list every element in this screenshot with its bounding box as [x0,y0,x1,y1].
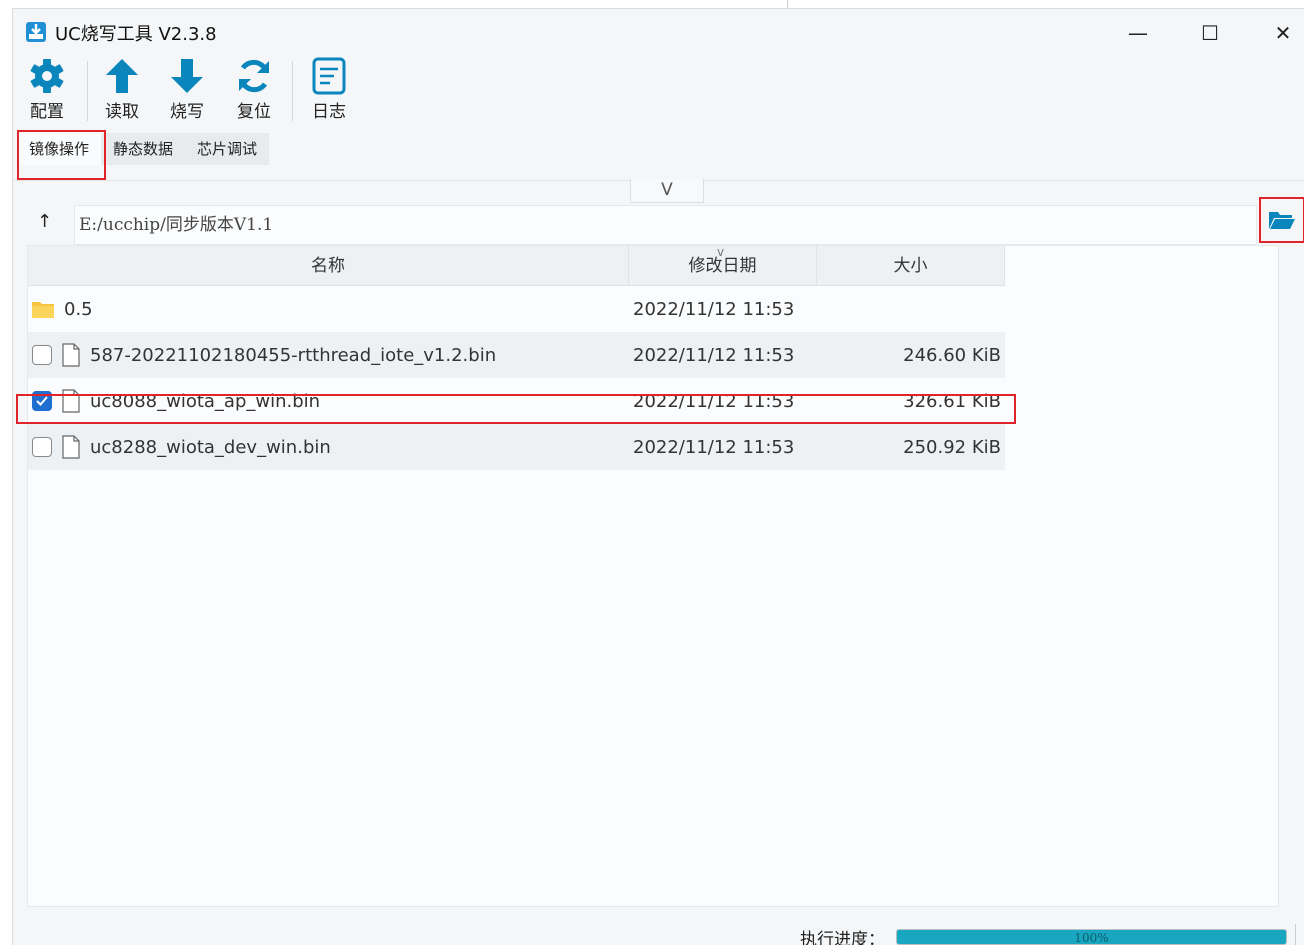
toolbar-divider [292,61,293,121]
log-icon [312,57,346,95]
arrow-down-icon [171,59,203,93]
progress-label: 执行进度： [800,930,885,945]
collapse-toggle[interactable]: V [630,179,704,203]
status-bar: 执行进度： 100% [13,924,1304,945]
column-date[interactable]: v 修改日期 [629,245,817,286]
progress-text: 100% [1074,931,1109,945]
file-size: 250.92 KiB [903,436,1001,458]
file-name: uc8288_wiota_dev_win.bin [90,436,331,458]
file-date: 2022/11/12 11:53 [633,344,795,366]
background-divider [787,0,788,8]
selected-row-highlight-box [16,394,1016,424]
table-header: 名称 v 修改日期 大小 [28,245,1005,286]
file-date: 2022/11/12 11:53 [633,298,795,320]
row-name-cell: uc8288_wiota_dev_win.bin [28,435,629,459]
reset-button[interactable]: 复位 [228,57,280,122]
gear-icon [30,59,64,93]
sort-indicator: v [717,245,725,259]
reset-label: 复位 [237,102,271,122]
progress-bar: 100% [896,929,1287,945]
table-row[interactable]: 587-20221102180455-rtthread_iote_v1.2.bi… [28,332,1005,378]
title-bar: UC烧写工具 V2.3.8 — ☐ ✕ [13,9,1304,55]
file-icon [62,435,80,459]
config-button[interactable]: 配置 [21,57,73,122]
config-label: 配置 [30,102,64,122]
app-window: UC烧写工具 V2.3.8 — ☐ ✕ 配置 读取 烧写 复位 日志 镜像操作 … [12,8,1304,945]
background-strip [12,0,1304,8]
tab-highlight-box [17,130,106,180]
log-label: 日志 [312,102,346,122]
open-folder-button[interactable] [1259,197,1304,243]
arrow-up-icon [106,59,138,93]
table-row[interactable]: uc8288_wiota_dev_win.bin 2022/11/12 11:5… [28,424,1005,470]
file-date: 2022/11/12 11:53 [633,436,795,458]
maximize-button[interactable]: ☐ [1190,19,1230,47]
path-input[interactable]: E:/ucchip/同步版本V1.1 [74,205,1257,245]
row-checkbox[interactable] [32,437,52,457]
up-directory-icon[interactable]: ↑ [37,211,52,232]
burn-label: 烧写 [170,102,204,122]
file-name: 0.5 [64,298,93,320]
column-name[interactable]: 名称 [28,246,629,286]
tab-chip-debug[interactable]: 芯片调试 [185,133,270,165]
close-button[interactable]: ✕ [1263,19,1303,47]
column-size[interactable]: 大小 [817,246,1005,286]
file-size: 246.60 KiB [903,344,1001,366]
file-list: 名称 v 修改日期 大小 0.5 2022/11/12 11:53 587-20… [27,245,1279,907]
file-icon [62,343,80,367]
log-button[interactable]: 日志 [303,57,355,122]
read-button[interactable]: 读取 [96,57,148,122]
file-name: 587-20221102180455-rtthread_iote_v1.2.bi… [90,344,497,366]
open-folder-icon [1269,212,1295,229]
table-row[interactable]: 0.5 2022/11/12 11:53 [28,286,1005,332]
status-divider [1295,924,1296,945]
minimize-button[interactable]: — [1118,19,1158,47]
row-name-cell: 587-20221102180455-rtthread_iote_v1.2.bi… [28,343,629,367]
tab-static-data[interactable]: 静态数据 [101,133,186,165]
row-name-cell: 0.5 [28,299,629,320]
read-label: 读取 [105,102,139,122]
folder-icon [32,302,54,318]
toolbar-divider [87,61,88,121]
toolbar: 配置 读取 烧写 复位 日志 [13,57,1304,131]
row-checkbox[interactable] [32,345,52,365]
refresh-icon [239,59,269,93]
app-download-icon [26,22,46,42]
burn-button[interactable]: 烧写 [161,57,213,122]
window-title: UC烧写工具 V2.3.8 [55,24,217,45]
